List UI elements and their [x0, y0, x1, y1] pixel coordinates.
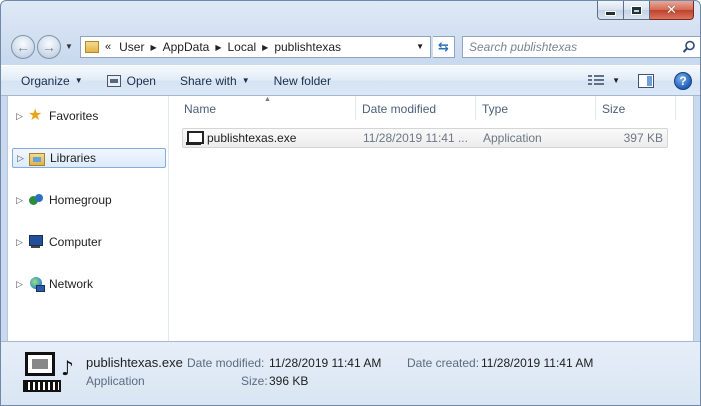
breadcrumb-separator-icon[interactable]: ▶ — [150, 43, 156, 52]
file-name: publishtexas.exe — [207, 131, 297, 145]
table-row[interactable]: publishtexas.exe 11/28/2019 11:41 ... Ap… — [182, 128, 668, 148]
close-button[interactable]: ✕ — [650, 1, 694, 20]
breadcrumb-local[interactable]: Local — [227, 40, 256, 54]
refresh-icon: ⇆ — [438, 39, 449, 54]
details-date-created: 11/28/2019 11:41 AM — [481, 356, 594, 370]
sidebar-item-label: Network — [49, 277, 94, 291]
sidebar-item-label: Libraries — [50, 151, 97, 165]
details-file-name: publishtexas.exe — [86, 355, 183, 370]
breadcrumb-user[interactable]: User — [119, 40, 144, 54]
minimize-button[interactable] — [597, 1, 624, 20]
change-view-icon[interactable] — [588, 74, 605, 87]
new-folder-button[interactable]: New folder — [262, 66, 343, 95]
expand-icon[interactable]: ▷ — [16, 237, 24, 248]
minimize-icon — [605, 10, 616, 16]
search-icon[interactable] — [682, 40, 696, 54]
content-area: ▷ ★ Favorites ▷ Libraries ▷ Homegroup ▷ … — [7, 96, 694, 341]
sidebar-item-label: Computer — [49, 235, 102, 249]
open-button[interactable]: Open — [95, 66, 168, 95]
column-header-name[interactable]: Name — [178, 96, 356, 120]
application-icon — [186, 130, 204, 146]
recent-pages-dropdown[interactable]: ▼ — [65, 42, 73, 51]
details-size: 396 KB — [269, 374, 309, 388]
forward-button[interactable]: → — [37, 35, 61, 59]
address-bar[interactable]: « User ▶ AppData ▶ Local ▶ publishtexas … — [80, 36, 431, 58]
command-bar-right: ▼ ? — [588, 66, 692, 95]
chevron-down-icon: ▼ — [241, 76, 250, 85]
file-size: 397 KB — [623, 131, 663, 145]
expand-icon[interactable]: ▷ — [16, 279, 24, 290]
expand-icon[interactable]: ▷ — [17, 153, 25, 164]
search-box[interactable]: Search publishtexas — [462, 36, 700, 58]
file-list: ▲ Name Date modified Type Size publishte… — [170, 96, 693, 341]
expand-icon[interactable]: ▷ — [16, 111, 24, 122]
computer-icon — [28, 234, 44, 250]
network-icon — [28, 276, 45, 292]
navigation-bar: ← → ▼ « User ▶ AppData ▶ Local ▶ publish… — [11, 34, 700, 60]
search-input[interactable]: Search publishtexas — [469, 40, 577, 54]
folder-icon — [85, 41, 99, 53]
caption-buttons: ✕ — [597, 1, 694, 21]
details-pane: ♪ publishtexas.exe Application Date modi… — [1, 341, 700, 405]
share-with-button[interactable]: Share with ▼ — [168, 66, 262, 95]
organize-button[interactable]: Organize ▼ — [1, 66, 95, 95]
back-button[interactable]: ← — [11, 35, 35, 59]
sidebar-item-favorites[interactable]: ▷ ★ Favorites — [12, 106, 166, 126]
star-icon: ★ — [28, 107, 43, 124]
column-header-date-modified[interactable]: Date modified — [356, 96, 476, 120]
refresh-button[interactable]: ⇆ — [433, 36, 455, 58]
file-type: Application — [483, 131, 542, 145]
details-date-modified: 11/28/2019 11:41 AM — [269, 356, 382, 370]
sidebar-item-homegroup[interactable]: ▷ Homegroup — [12, 190, 166, 210]
navigation-pane: ▷ ★ Favorites ▷ Libraries ▷ Homegroup ▷ … — [8, 96, 169, 341]
close-icon: ✕ — [666, 2, 677, 18]
details-file-type: Application — [86, 374, 145, 388]
breadcrumb-publishtexas[interactable]: publishtexas — [274, 40, 341, 54]
chevron-down-icon: ▼ — [74, 76, 83, 85]
column-header-size[interactable]: Size — [596, 96, 676, 120]
view-dropdown-icon[interactable]: ▼ — [612, 76, 620, 85]
breadcrumb-appdata[interactable]: AppData — [163, 40, 210, 54]
breadcrumb-separator-icon[interactable]: ▶ — [262, 43, 268, 52]
open-icon — [106, 74, 121, 87]
help-icon[interactable]: ? — [674, 71, 692, 90]
breadcrumb-separator-icon[interactable]: ▶ — [215, 43, 221, 52]
new-folder-label: New folder — [273, 73, 331, 88]
sidebar-item-libraries[interactable]: ▷ Libraries — [12, 148, 166, 168]
sidebar-item-computer[interactable]: ▷ Computer — [12, 232, 166, 252]
maximize-icon — [631, 5, 642, 15]
forward-arrow-icon: → — [42, 39, 56, 55]
command-bar: Organize ▼ Open Share with ▼ New folder ▼ … — [1, 65, 700, 96]
back-arrow-icon: ← — [16, 39, 30, 55]
address-overflow-chevrons[interactable]: « — [105, 41, 111, 53]
application-icon: ♪ — [23, 350, 74, 398]
open-label: Open — [126, 73, 156, 88]
preview-pane-icon[interactable] — [638, 73, 654, 88]
organize-label: Organize — [21, 73, 70, 88]
details-size-label: Size: — [241, 374, 268, 388]
file-date-modified: 11/28/2019 11:41 ... — [363, 131, 468, 145]
maximize-button[interactable] — [624, 1, 650, 20]
explorer-window: ✕ ← → ▼ « User ▶ AppData ▶ Local ▶ publi… — [0, 0, 701, 406]
sidebar-item-label: Homegroup — [49, 193, 112, 207]
expand-icon[interactable]: ▷ — [16, 195, 24, 206]
sidebar-item-network[interactable]: ▷ Network — [12, 274, 166, 294]
sidebar-item-label: Favorites — [49, 109, 99, 123]
homegroup-icon — [28, 192, 44, 208]
details-date-created-label: Date created: — [407, 356, 480, 370]
details-date-modified-label: Date modified: — [187, 356, 265, 370]
column-header-type[interactable]: Type — [476, 96, 596, 120]
address-dropdown-icon[interactable]: ▼ — [416, 42, 424, 51]
column-headers: ▲ Name Date modified Type Size — [178, 96, 685, 120]
libraries-icon — [29, 152, 45, 166]
share-with-label: Share with — [179, 73, 237, 88]
